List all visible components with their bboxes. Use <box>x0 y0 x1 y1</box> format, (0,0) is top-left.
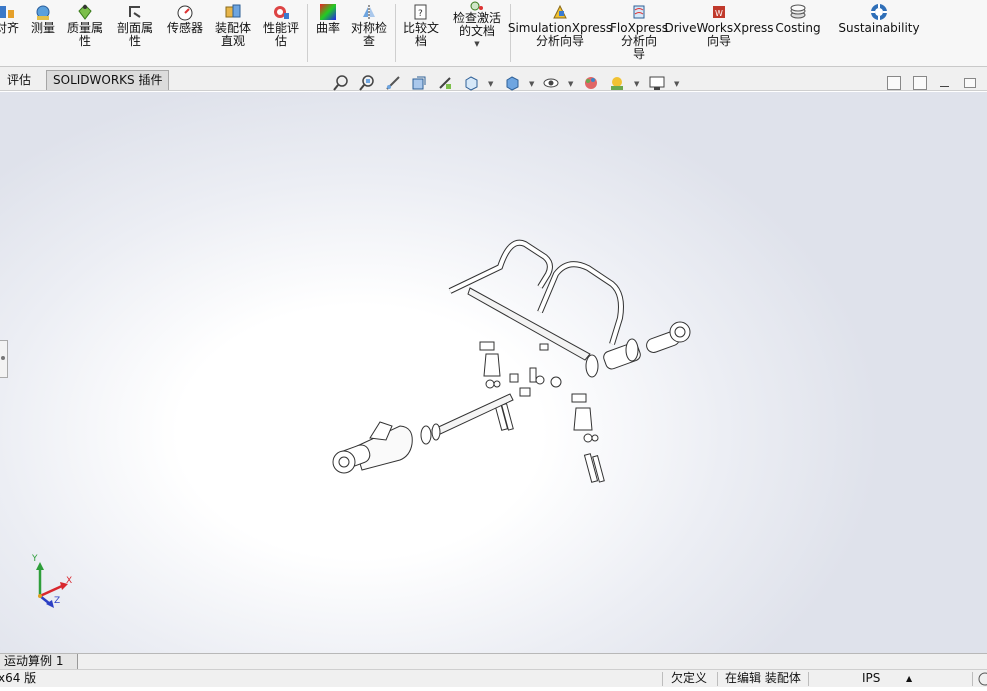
mass-properties-button[interactable]: 质量属 性 <box>62 0 108 66</box>
dropdown-caret-icon[interactable]: ▼ <box>474 40 479 48</box>
check-active-document-button[interactable]: 检查激活 的文档 ▼ <box>448 0 506 66</box>
section-view-icon[interactable] <box>410 74 428 92</box>
ribbon-separator <box>307 4 308 62</box>
cylinder-body <box>332 421 413 474</box>
floxpress-icon <box>629 2 649 22</box>
view-orientation-icon[interactable] <box>462 74 480 92</box>
status-separator <box>717 672 718 686</box>
apply-scene-icon[interactable] <box>608 74 626 92</box>
bottom-tabs: 运动算例 1 <box>0 653 987 669</box>
triad-z-label: Z <box>54 596 61 606</box>
tab-motion-study[interactable]: 运动算例 1 <box>0 654 79 669</box>
command-tabs-row: 评估 SOLIDWORKS 插件 <box>0 67 987 91</box>
ribbon-separator <box>395 4 396 62</box>
section-properties-button[interactable]: 剖面属 性 <box>112 0 158 66</box>
mass-properties-icon <box>75 2 95 22</box>
symmetry-check-icon <box>359 2 379 22</box>
curvature-button[interactable]: 曲率 <box>312 0 344 66</box>
status-separator <box>662 672 663 686</box>
assembly-model[interactable] <box>0 92 987 653</box>
reference-triad: Y X Z <box>26 554 86 610</box>
chevron-down-icon[interactable]: ▼ <box>488 80 493 88</box>
graphics-area[interactable]: Y X Z <box>0 92 987 653</box>
align-button[interactable]: 对齐 <box>0 0 22 66</box>
costing-icon <box>788 2 808 22</box>
align-icon <box>0 2 17 22</box>
display-style-icon[interactable] <box>503 74 521 92</box>
dynamic-annotation-views-icon[interactable] <box>436 74 454 92</box>
chevron-down-icon[interactable]: ▼ <box>568 80 573 88</box>
compare-documents-icon: ? <box>411 2 431 22</box>
measure-icon <box>33 2 53 22</box>
triad-x-label: X <box>66 576 73 586</box>
restore-icon[interactable] <box>964 78 976 88</box>
tab-solidworks-addins[interactable]: SOLIDWORKS 插件 <box>46 70 170 90</box>
hide-show-items-icon[interactable] <box>542 74 560 92</box>
measure-button[interactable]: 测量 <box>26 0 60 66</box>
sustainability-button[interactable]: Sustainability <box>838 0 920 66</box>
help-icon[interactable] <box>977 670 987 688</box>
chevron-down-icon[interactable]: ▼ <box>674 80 679 88</box>
units-selector[interactable]: IPS <box>862 670 880 688</box>
simulationxpress-icon <box>550 2 570 22</box>
feature-manager-collapse-handle[interactable] <box>0 340 8 378</box>
command-manager-ribbon: 对齐 测量 质量属 性 剖面属 性 传感器 装配体 直观 性能评 估 曲率 对称… <box>0 0 987 67</box>
chevron-down-icon[interactable]: ▼ <box>634 80 639 88</box>
view-settings-icon[interactable] <box>648 74 666 92</box>
chevron-down-icon[interactable]: ▼ <box>529 80 534 88</box>
sensor-icon <box>175 2 195 22</box>
previous-view-icon[interactable] <box>384 74 402 92</box>
sustainability-icon <box>869 2 889 22</box>
assembly-visualization-button[interactable]: 装配体 直观 <box>210 0 256 66</box>
triad-y-label: Y <box>32 554 38 564</box>
symmetry-check-button[interactable]: 对称检 查 <box>346 0 392 66</box>
performance-evaluation-button[interactable]: 性能评 估 <box>258 0 304 66</box>
compare-documents-button[interactable]: ? 比较文 档 <box>398 0 444 66</box>
floxpress-button[interactable]: FloXpress 分析向 导 <box>610 0 668 66</box>
hardware-parts <box>479 341 605 483</box>
tube-frame <box>448 239 624 361</box>
svg-text:W: W <box>715 9 723 18</box>
tile-left-icon[interactable] <box>887 76 901 90</box>
tab-evaluate[interactable]: 评估 <box>0 70 38 90</box>
simulationxpress-button[interactable]: SimulationXpress 分析向导 <box>508 0 612 66</box>
assembly-visualization-icon <box>223 2 243 22</box>
version-text: x64 版 <box>0 671 37 685</box>
zoom-to-area-icon[interactable] <box>358 74 376 92</box>
rod-eye-top <box>585 321 691 378</box>
driveworksxpress-icon: W <box>709 2 729 22</box>
status-bar: x64 版 欠定义 在编辑 装配体 IPS ▲ <box>0 669 987 687</box>
performance-evaluation-icon <box>271 2 291 22</box>
status-separator <box>972 672 973 686</box>
zoom-to-fit-icon[interactable] <box>332 74 350 92</box>
section-properties-icon <box>125 2 145 22</box>
curvature-icon <box>318 2 338 22</box>
chevron-up-icon[interactable]: ▲ <box>906 670 912 688</box>
sensor-button[interactable]: 传感器 <box>162 0 208 66</box>
edit-appearance-icon[interactable] <box>582 74 600 92</box>
driveworksxpress-button[interactable]: W DriveWorksXpress 向导 <box>664 0 774 66</box>
status-separator <box>808 672 809 686</box>
definition-status: 欠定义 <box>671 671 708 685</box>
svg-text:?: ? <box>418 9 423 19</box>
editing-status: 在编辑 装配体 <box>725 671 801 685</box>
minimize-icon[interactable] <box>940 86 949 87</box>
handle-dot-icon <box>1 356 5 360</box>
costing-button[interactable]: Costing <box>774 0 822 66</box>
tile-right-icon[interactable] <box>913 76 927 90</box>
